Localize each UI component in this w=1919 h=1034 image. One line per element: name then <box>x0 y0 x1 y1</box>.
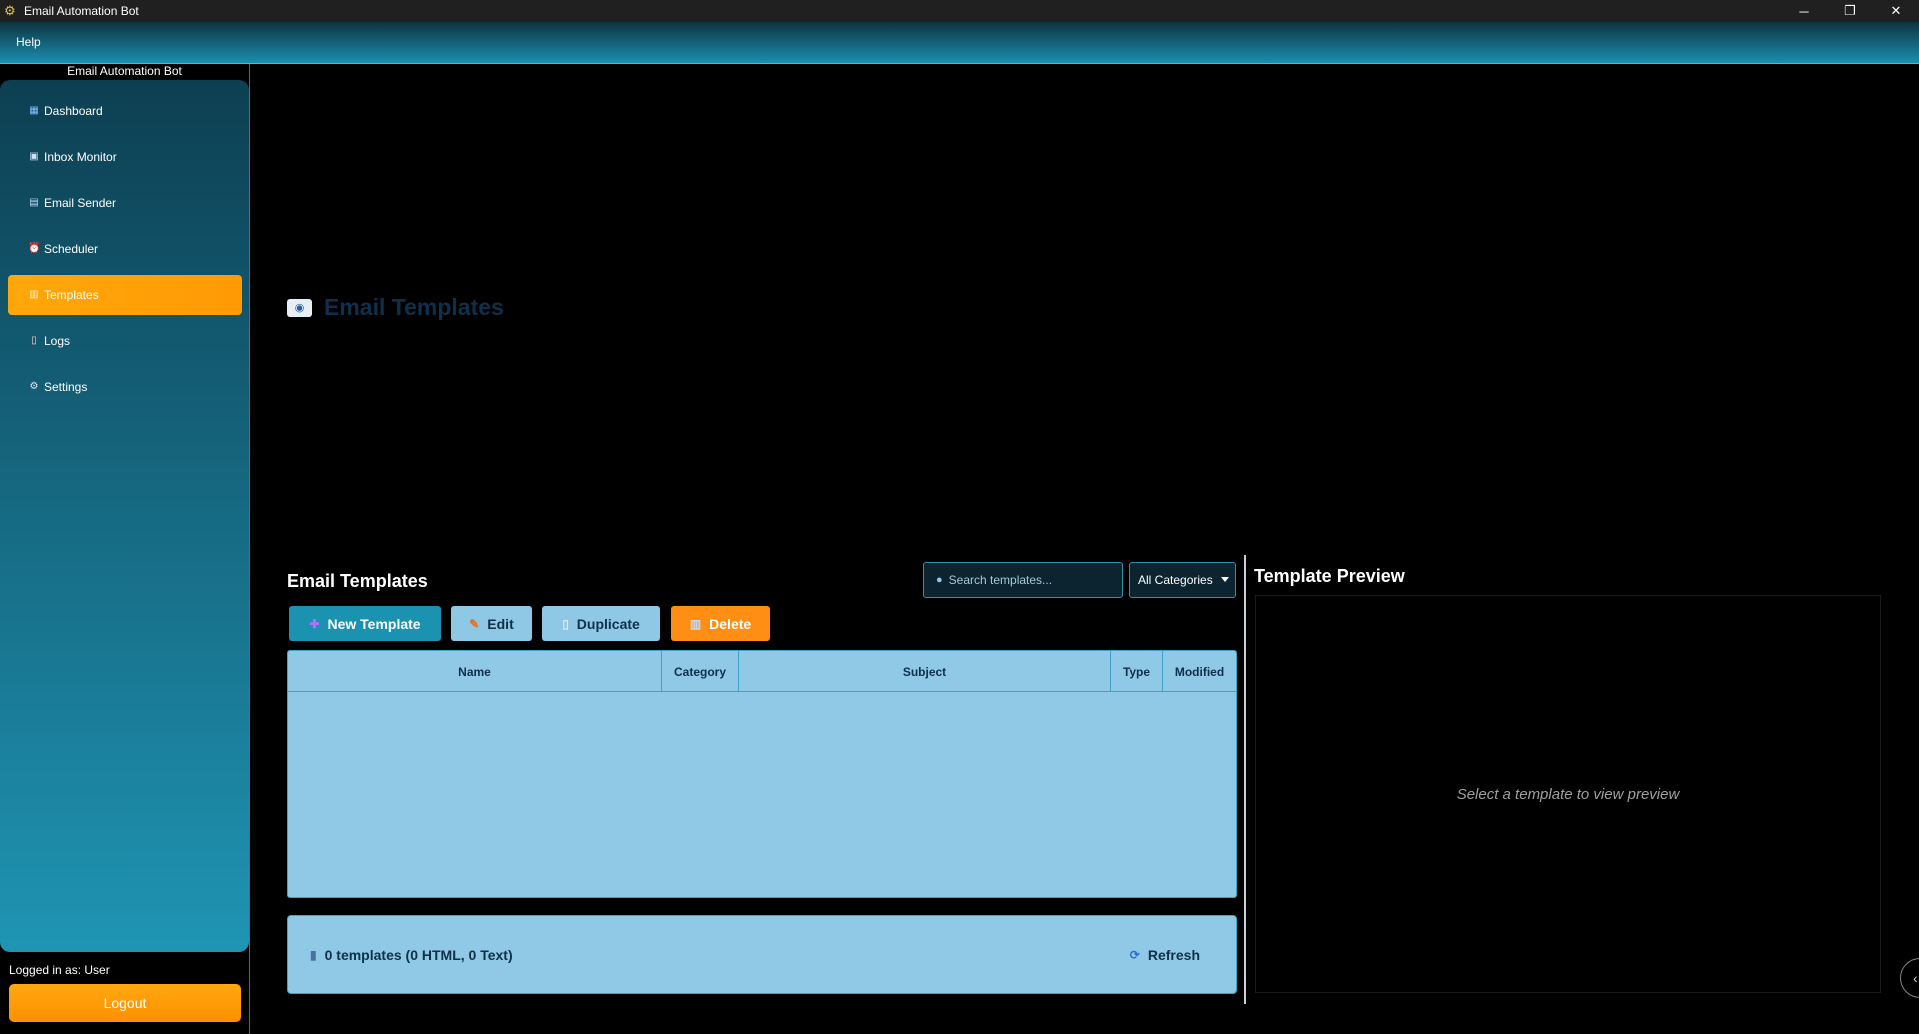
window-title: Email Automation Bot <box>24 4 139 18</box>
delete-button[interactable]: ▥ Delete <box>671 606 770 641</box>
column-header-name[interactable]: Name <box>288 651 662 692</box>
new-template-button[interactable]: ✚ New Template <box>289 606 441 641</box>
page-title: Email Templates <box>324 294 504 320</box>
sidebar-item-label: Dashboard <box>44 104 103 118</box>
alarm-clock-icon: ⏰ <box>28 243 41 254</box>
menu-bar: Help <box>0 22 1919 64</box>
sidebar-item-templates[interactable]: ▥ Templates <box>8 275 242 315</box>
template-count-label: 0 templates (0 HTML, 0 Text) <box>324 947 513 963</box>
clipboard-icon: ▯ <box>31 335 37 346</box>
category-value: All Categories <box>1138 573 1213 587</box>
delete-label: Delete <box>709 615 752 632</box>
sidebar-item-inbox-monitor[interactable]: ▣ Inbox Monitor <box>8 137 242 177</box>
status-bar: ▮ 0 templates (0 HTML, 0 Text) ⟳ Refresh <box>287 915 1237 994</box>
minimize-button[interactable]: ─ <box>1781 0 1827 22</box>
duplicate-button[interactable]: ▯ Duplicate <box>542 606 660 641</box>
preview-placeholder: Select a template to view preview <box>1456 785 1680 803</box>
refresh-icon: ⟳ <box>1129 948 1140 962</box>
sidebar-item-label: Settings <box>44 380 88 394</box>
preview-panel: Select a template to view preview <box>1255 595 1881 993</box>
sidebar-title: Email Automation Bot <box>67 64 182 78</box>
logged-in-label: Logged in as: User <box>9 963 110 977</box>
template-icon: ▥ <box>29 289 39 300</box>
bar-chart-icon: ▮ <box>310 948 317 962</box>
gear-icon: ⚙ <box>29 381 39 392</box>
refresh-button[interactable]: ⟳ Refresh <box>1130 947 1200 963</box>
sidebar-item-label: Email Sender <box>44 196 117 210</box>
sidebar-item-settings[interactable]: ⚙ Settings <box>8 367 242 407</box>
sidebar-item-label: Templates <box>44 288 99 302</box>
search-box: ● <box>923 562 1123 598</box>
plus-icon: ✚ <box>309 616 320 631</box>
sender-icon: ▤ <box>29 197 39 208</box>
edit-label: Edit <box>487 615 514 632</box>
sidebar-item-dashboard[interactable]: ▦ Dashboard <box>8 91 242 131</box>
column-header-subject[interactable]: Subject <box>739 651 1111 692</box>
sidebar-item-scheduler[interactable]: ⏰ Scheduler <box>8 229 242 269</box>
sidebar-item-label: Scheduler <box>44 242 99 256</box>
duplicate-label: Duplicate <box>576 615 640 632</box>
chart-icon: ▦ <box>29 105 39 116</box>
preview-title: Template Preview <box>1254 566 1405 586</box>
sidebar-item-email-sender[interactable]: ▤ Email Sender <box>8 183 242 223</box>
template-count: ▮ 0 templates (0 HTML, 0 Text) <box>310 947 513 963</box>
trash-icon: ▥ <box>689 616 702 631</box>
column-header-type[interactable]: Type <box>1111 651 1163 692</box>
templates-section-title: Email Templates <box>287 571 428 591</box>
chevron-down-icon <box>1221 577 1229 582</box>
gear-icon: ⚙ <box>4 3 16 18</box>
panel-splitter[interactable] <box>1244 555 1246 1004</box>
category-select[interactable]: All Categories <box>1129 562 1236 598</box>
sidebar-item-label: Logs <box>44 334 71 348</box>
title-bar: ⚙ Email Automation Bot ─ ❐ ✕ <box>0 0 1919 22</box>
new-template-label: New Template <box>327 615 421 632</box>
maximize-button[interactable]: ❐ <box>1827 0 1873 22</box>
close-button[interactable]: ✕ <box>1873 0 1919 22</box>
refresh-label: Refresh <box>1147 947 1200 963</box>
email-icon: ◉ <box>287 298 312 317</box>
inbox-icon: ▣ <box>29 151 39 162</box>
templates-table[interactable]: Name Category Subject Type Modified <box>287 650 1237 898</box>
table-header: Name Category Subject Type Modified <box>288 651 1236 692</box>
page-heading: ◉ Email Templates <box>287 294 504 321</box>
collapse-panel-button[interactable]: ‹ <box>1900 958 1919 998</box>
column-header-modified[interactable]: Modified <box>1163 651 1236 692</box>
help-menu[interactable]: Help <box>16 35 41 49</box>
column-header-category[interactable]: Category <box>662 651 739 692</box>
search-icon: ● <box>936 574 943 586</box>
search-input[interactable] <box>948 573 1109 587</box>
sidebar-item-logs[interactable]: ▯ Logs <box>8 321 242 361</box>
pencil-icon: ✎ <box>469 616 480 631</box>
sidebar-divider <box>249 64 250 1034</box>
sidebar-item-label: Inbox Monitor <box>44 150 117 164</box>
logout-button[interactable]: Logout <box>9 984 241 1022</box>
edit-button[interactable]: ✎ Edit <box>451 606 532 641</box>
copy-icon: ▯ <box>562 616 569 631</box>
